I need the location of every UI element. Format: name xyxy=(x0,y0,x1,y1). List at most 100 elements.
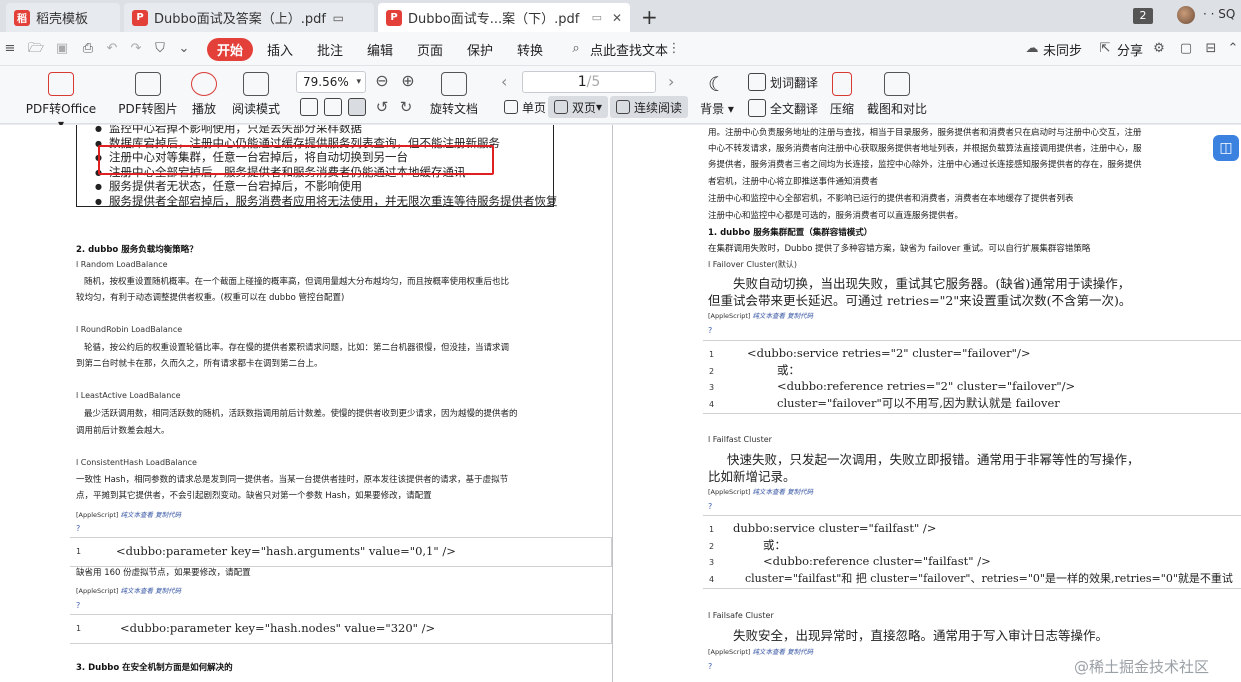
avatar[interactable] xyxy=(1177,6,1195,24)
continuous-read-button[interactable]: 连续阅读 xyxy=(610,96,689,118)
question-heading: 3. Dubbo 在安全机制方面是如何解决的 xyxy=(76,663,233,673)
paragraph-line: 点，平摊到其它提供者，不会引起剧烈变动。缺省只对第一个参数 Hash，如果要修改… xyxy=(76,491,432,501)
close-icon[interactable]: ✕ xyxy=(612,11,622,25)
page-number-input[interactable]: 1/5 xyxy=(522,71,656,93)
tab-label: Dubbo面试及答案（上）.pdf xyxy=(154,12,326,27)
share-icon[interactable]: ⇱ xyxy=(1097,41,1113,57)
screen-icon[interactable]: ▭ xyxy=(333,11,344,25)
compress-button[interactable]: 压缩 xyxy=(826,72,858,117)
strategy-title: l LeastActive LoadBalance xyxy=(76,391,181,400)
code-tag: [AppleScript] 纯文本查看 复制代码 xyxy=(708,648,814,656)
chevron-down-icon[interactable]: ⌄ xyxy=(176,41,192,57)
pdf-to-office-button[interactable]: PDF转Office ▾ xyxy=(22,72,100,131)
strategy-title: l Failover Cluster(默认) xyxy=(708,260,797,269)
menu-annotate[interactable]: 批注 xyxy=(317,40,343,59)
cloud-icon[interactable]: ☁ xyxy=(1024,41,1040,57)
paragraph-line: 调用前后计数差会越大。 xyxy=(76,426,170,436)
pdf-to-image-button[interactable]: PDF转图片 xyxy=(116,72,180,117)
user-name[interactable]: · · SQ xyxy=(1203,7,1235,21)
strategy-title: l Random LoadBalance xyxy=(76,260,168,269)
tab-pdf-upper[interactable]: P Dubbo面试及答案（上）.pdf ▭ xyxy=(124,3,374,32)
rotate-left-icon[interactable]: ↺ xyxy=(374,99,390,115)
rotate-right-icon[interactable]: ↻ xyxy=(398,99,414,115)
fit-width-icon[interactable] xyxy=(348,98,366,116)
open-folder-icon[interactable]: 🗁 xyxy=(28,41,44,57)
double-page-button[interactable]: 双页 ▾ xyxy=(548,96,609,118)
translate-icon xyxy=(748,73,766,91)
paragraph-line: 注册中心和监控中心全部宕机，不影响已运行的提供者和消费者，消费者在本地缓存了提供… xyxy=(708,194,1074,204)
question-heading: 2. dubbo 服务负载均衡策略？ xyxy=(76,245,198,255)
comment-icon[interactable]: ▢ xyxy=(1178,41,1194,57)
full-translate-button[interactable]: 全文翻译 xyxy=(748,99,818,117)
read-mode-button[interactable]: 阅读模式 xyxy=(228,72,284,117)
print-icon[interactable]: ⎙ xyxy=(80,41,96,57)
zoom-out-icon[interactable]: ⊖ xyxy=(374,73,390,89)
background-button[interactable]: ☾ 背景 ▾ xyxy=(698,72,736,117)
double-page-icon xyxy=(554,100,568,114)
actual-size-icon[interactable] xyxy=(300,98,318,116)
document-viewer[interactable]: 监控中心宕掉不影响使用，只是丢失部分采样数据 数据库宕掉后，注册中心仍能通过缓存… xyxy=(0,125,1241,682)
undo-icon[interactable]: ↶ xyxy=(104,41,120,57)
menu-edit[interactable]: 编辑 xyxy=(367,40,393,59)
zoom-in-icon[interactable]: ⊕ xyxy=(400,73,416,89)
minimize-ribbon-icon[interactable]: ⊟ xyxy=(1203,41,1219,57)
search-text-button[interactable]: 点此查找文本 xyxy=(590,40,668,59)
menu-page[interactable]: 页面 xyxy=(417,40,443,59)
strategy-title: l ConsistentHash LoadBalance xyxy=(76,458,197,467)
question-mark[interactable]: ? xyxy=(708,502,712,511)
code-line: 或： xyxy=(763,538,786,552)
tab-docer[interactable]: 稻 稻壳模板 xyxy=(6,3,120,32)
code-block: 1 <dubbo:parameter key="hash.nodes" valu… xyxy=(70,614,612,644)
menu-convert[interactable]: 转换 xyxy=(517,40,543,59)
fit-page-icon[interactable] xyxy=(324,98,342,116)
question-mark[interactable]: ? xyxy=(76,524,80,533)
strategy-title: l RoundRobin LoadBalance xyxy=(76,325,183,334)
code-line: dubbo:service cluster="failfast" /> xyxy=(733,521,937,535)
code-line: cluster="failfast"和 把 cluster="failover"… xyxy=(745,572,1233,585)
word-translate-button[interactable]: 划词翻译 xyxy=(748,73,818,91)
tab-bar: 稻 稻壳模板 P Dubbo面试及答案（上）.pdf ▭ P Dubbo面试专.… xyxy=(0,0,1241,32)
new-tab-icon[interactable]: + xyxy=(641,5,658,29)
next-page-icon[interactable]: › xyxy=(668,72,674,91)
line-number: 4 xyxy=(709,575,715,584)
menu-insert[interactable]: 插入 xyxy=(267,40,293,59)
single-page-button[interactable]: 单页 xyxy=(498,96,552,118)
sync-status[interactable]: 未同步 xyxy=(1043,40,1082,59)
code-tag: [AppleScript] 纯文本查看 复制代码 xyxy=(708,312,814,320)
floating-tool-icon[interactable]: ◫ xyxy=(1213,135,1239,161)
share-button[interactable]: 分享 xyxy=(1117,40,1143,59)
zoom-select[interactable]: 79.56% ▾ xyxy=(296,71,366,93)
paragraph-line: 比如新增记录。 xyxy=(708,469,796,484)
question-mark[interactable]: ? xyxy=(708,662,712,671)
save-icon[interactable]: ▣ xyxy=(54,41,70,57)
paragraph-line: 缺省用 160 份虚拟节点，如果要修改，请配置 xyxy=(76,568,251,578)
hamburger-icon[interactable]: ≡ xyxy=(2,41,18,57)
question-mark[interactable]: ? xyxy=(76,601,80,610)
paragraph-line: 在集群调用失败时，Dubbo 提供了多种容错方案，缺省为 failover 重试… xyxy=(708,244,1091,254)
search-icon[interactable]: ⌕ xyxy=(568,41,584,57)
play-button[interactable]: 播放 xyxy=(188,72,220,117)
screen-icon[interactable]: ▭ xyxy=(592,11,602,24)
more-icon[interactable]: ⋮ xyxy=(666,41,682,57)
watermark: @稀土掘金技术社区 xyxy=(1074,658,1210,676)
paragraph-line: 但重试会带来更长延迟。可通过 retries="2"来设置重试次数(不含第一次)… xyxy=(708,293,1132,308)
paragraph-line: 较均匀，有利于动态调整提供者权重。(权重可以在 dubbo 管控台配置) xyxy=(76,293,345,303)
window-count-badge[interactable]: 2 xyxy=(1133,8,1153,24)
chevron-up-icon[interactable]: ⌃ xyxy=(1225,41,1241,57)
menu-bar: ≡ 🗁 ▣ ⎙ ↶ ↷ ⛉ ⌄ 开始 插入 批注 编辑 页面 保护 转换 ⌕ 点… xyxy=(0,32,1241,66)
gear-icon[interactable]: ⚙ xyxy=(1151,41,1167,57)
customize-icon[interactable]: ⛉ xyxy=(152,41,168,57)
menu-protect[interactable]: 保护 xyxy=(467,40,493,59)
rotate-document-button[interactable]: 旋转文档 xyxy=(426,72,482,117)
prev-page-icon[interactable]: ‹ xyxy=(501,72,507,91)
redo-icon[interactable]: ↷ xyxy=(128,41,144,57)
line-number: 1 xyxy=(76,547,82,556)
line-number: 3 xyxy=(709,558,715,567)
menu-start[interactable]: 开始 xyxy=(207,38,254,61)
left-page: 监控中心宕掉不影响使用，只是丢失部分采样数据 数据库宕掉后，注册中心仍能通过缓存… xyxy=(0,125,612,682)
tab-label: 稻壳模板 xyxy=(36,12,89,27)
screenshot-compare-button[interactable]: 截图和对比 xyxy=(866,72,928,117)
question-mark[interactable]: ? xyxy=(708,326,712,335)
tab-pdf-lower[interactable]: P Dubbo面试专...案（下）.pdf ▭ ✕ xyxy=(378,3,630,32)
rotate-doc-icon xyxy=(441,72,467,96)
